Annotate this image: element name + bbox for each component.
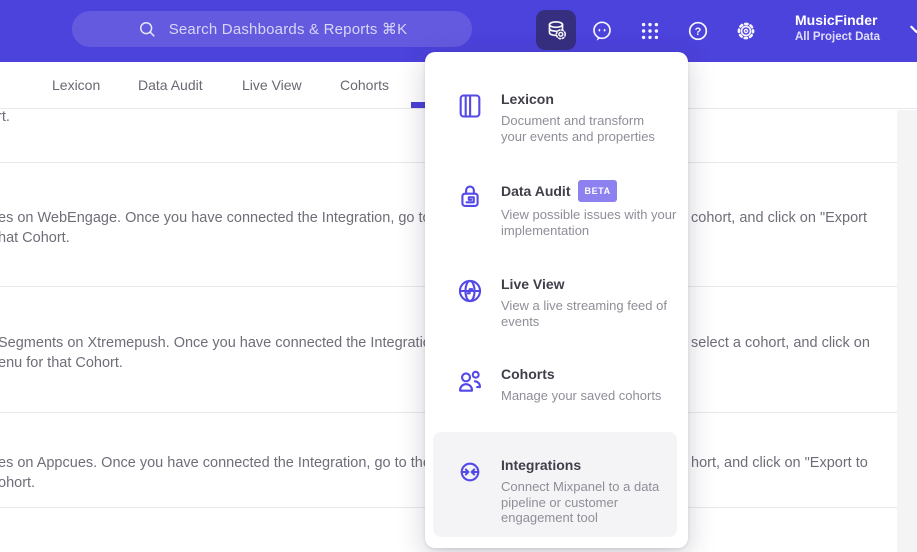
project-scope: All Project Data: [795, 31, 880, 43]
row-text-fragment: ohort.: [0, 475, 36, 491]
svg-text:?: ?: [695, 26, 702, 38]
help-button[interactable]: ?: [680, 13, 716, 49]
row-text-fragment: es on WebEngage. Once you have connected…: [0, 210, 455, 226]
menu-item-title: Lexicon: [501, 91, 554, 107]
menu-item-title: Integrations: [501, 457, 582, 473]
menu-item-description: View a live streaming feed of events: [501, 298, 667, 329]
menu-item-title: Data Audit BETA: [501, 180, 676, 202]
app-window: rt. es on WebEngage. Once you have conne…: [0, 0, 917, 552]
row-text-fragment: hat Cohort.: [0, 230, 70, 246]
tab-cohorts[interactable]: Cohorts: [340, 62, 389, 108]
row-text-fragment: es on Appcues. Once you have connected t…: [0, 455, 447, 471]
row-text-fragment: cohort, and click on "Export: [691, 210, 868, 226]
book-icon: [456, 92, 484, 120]
row-text-fragment: rt.: [0, 109, 10, 125]
search-placeholder: Search Dashboards & Reports ⌘K: [168, 21, 408, 38]
feedback-smiley-icon: [593, 21, 611, 41]
menu-item-description: View possible issues with your implement…: [501, 207, 677, 238]
data-management-button[interactable]: [536, 10, 576, 50]
beta-badge: BETA: [578, 180, 617, 202]
row-text-fragment: select a cohort, and click on: [691, 335, 870, 351]
help-icon: ?: [688, 21, 708, 41]
gear-icon: [737, 22, 755, 40]
menu-item-description: Document and transform your events and p…: [501, 113, 655, 144]
sync-arrows-icon: [456, 458, 484, 486]
chevron-down-icon: [910, 25, 917, 34]
search-input[interactable]: Search Dashboards & Reports ⌘K: [72, 11, 472, 47]
tab-live-view[interactable]: Live View: [242, 62, 302, 108]
settings-button[interactable]: [728, 13, 764, 49]
menu-item-live-view[interactable]: Live View View a live streaming feed of …: [435, 275, 677, 329]
row-text-fragment: Segments on Xtremepush. Once you have co…: [0, 335, 443, 351]
menu-item-title: Live View: [501, 276, 565, 292]
menu-item-lexicon[interactable]: Lexicon Document and transform your even…: [435, 90, 677, 144]
data-management-dropdown-panel: Lexicon Document and transform your even…: [425, 52, 688, 548]
feedback-button[interactable]: [584, 13, 620, 49]
tab-lexicon[interactable]: Lexicon: [52, 62, 100, 108]
database-gear-icon: [548, 21, 566, 40]
apps-grid-button[interactable]: [632, 13, 668, 49]
lock-audit-icon: [456, 182, 484, 210]
menu-item-description: Connect Mixpanel to a data pipeline or c…: [501, 479, 660, 525]
project-switcher[interactable]: MusicFinder All Project Data: [795, 11, 917, 51]
scroll-gutter: [897, 110, 917, 552]
project-name: MusicFinder: [795, 12, 878, 28]
apps-grid-icon: [641, 22, 659, 40]
menu-item-cohorts[interactable]: Cohorts Manage your saved cohorts: [435, 365, 677, 404]
row-text-fragment: enu for that Cohort.: [0, 355, 123, 371]
menu-item-description: Manage your saved cohorts: [501, 388, 662, 403]
globe-icon: [456, 277, 484, 305]
menu-item-data-audit[interactable]: Data Audit BETA View possible issues with…: [435, 180, 677, 238]
menu-item-integrations[interactable]: Integrations Connect Mixpanel to a data …: [433, 432, 677, 537]
people-icon: [456, 367, 484, 395]
menu-item-title: Cohorts: [501, 366, 555, 382]
tab-data-audit[interactable]: Data Audit: [138, 62, 203, 108]
search-icon: [139, 22, 155, 37]
row-text-fragment: hort, and click on "Export to: [691, 455, 868, 471]
